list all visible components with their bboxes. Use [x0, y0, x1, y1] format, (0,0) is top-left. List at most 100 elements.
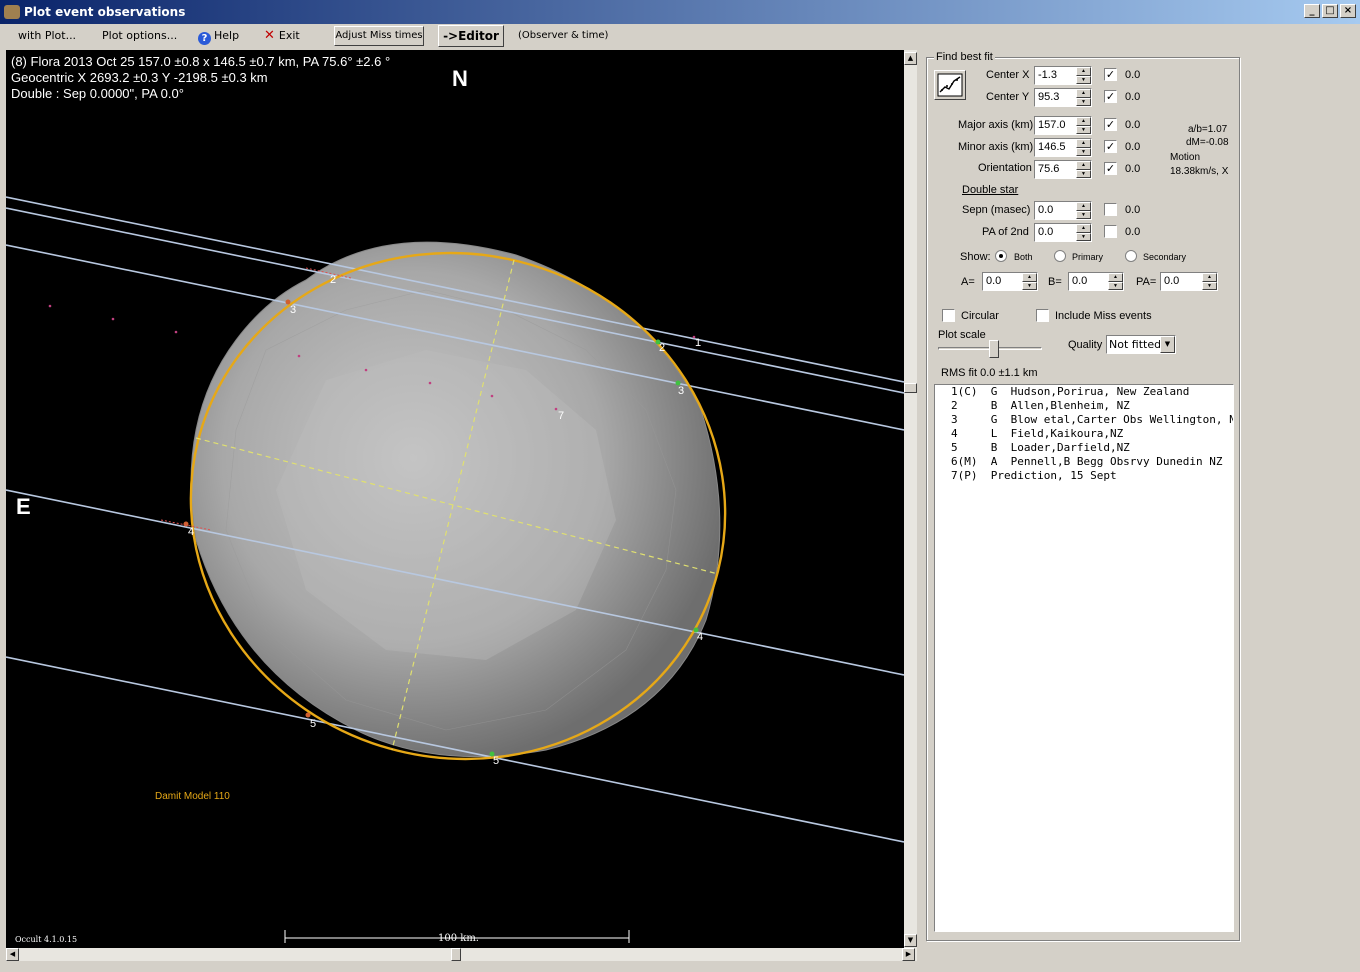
close-x-icon: ✕	[264, 28, 275, 43]
title-bar: Plot event observations _ □ ×	[0, 0, 1360, 24]
adjust-miss-times-button[interactable]: Adjust Miss times	[334, 26, 424, 46]
quality-value: Not fitted	[1109, 338, 1162, 351]
north-indicator: N	[452, 66, 468, 91]
chevron-down-icon: ▼	[1160, 336, 1175, 353]
window-controls: _ □ ×	[1304, 4, 1356, 18]
observer-list[interactable]: 1(C) G Hudson,Porirua, New Zealand 2 B A…	[934, 384, 1234, 932]
a-input[interactable]: 0.0 ▲ ▼	[982, 272, 1038, 291]
horizontal-scrollbar[interactable]: ◀ ▶	[6, 948, 917, 961]
maximize-button[interactable]: □	[1322, 4, 1338, 18]
minor-axis-checkbox[interactable]: ✓	[1104, 140, 1117, 153]
show-secondary-radio[interactable]	[1125, 250, 1137, 262]
major-axis-checkbox[interactable]: ✓	[1104, 118, 1117, 131]
list-item[interactable]: 3 G Blow etal,Carter Obs Wellington, N	[935, 413, 1233, 427]
show-both-label: Both	[1014, 252, 1033, 262]
a-label: A=	[961, 276, 975, 288]
pa-label: PA=	[1136, 276, 1157, 288]
center-x-label: Center X	[986, 69, 1030, 81]
plot-scale-thumb[interactable]	[989, 340, 999, 358]
chord-label: 2	[330, 274, 337, 286]
sepn-checkbox[interactable]	[1104, 203, 1117, 216]
pa2nd-checkbox[interactable]	[1104, 225, 1117, 238]
major-axis-input[interactable]: 157.0 ▲ ▼	[1034, 116, 1092, 135]
scroll-left-icon[interactable]: ◀	[6, 948, 19, 961]
chord-label: 5	[310, 718, 317, 730]
orientation-result: 0.0	[1125, 163, 1141, 175]
center-y-value: 95.3	[1038, 91, 1060, 103]
fit-panel: Find best fit Center X -1.3 ▲ ▼ ✓ 0.0 Cent…	[926, 50, 1240, 948]
model-label: Damit Model 110	[155, 791, 230, 802]
sepn-result: 0.0	[1125, 204, 1141, 216]
menu-help[interactable]: ? Help	[198, 28, 239, 45]
scroll-down-icon[interactable]: ▼	[904, 934, 917, 947]
quality-select[interactable]: Not fitted ▼	[1106, 335, 1176, 354]
list-item[interactable]: 5 B Loader,Darfield,NZ	[935, 441, 1233, 455]
double-star-heading: Double star	[962, 184, 1019, 196]
plot-svg	[6, 196, 904, 943]
window-title: Plot event observations	[24, 5, 186, 19]
list-item[interactable]: 1(C) G Hudson,Porirua, New Zealand	[935, 385, 1233, 399]
center-y-input[interactable]: 95.3 ▲ ▼	[1034, 88, 1092, 107]
vertical-scrollbar[interactable]: ▲ ▼	[904, 50, 917, 948]
ratio-ab: a/b=1.07	[1188, 124, 1228, 135]
center-x-value: -1.3	[1038, 69, 1057, 81]
delta-magnitude: dM=-0.08	[1186, 137, 1229, 148]
observer-time-label: (Observer & time)	[518, 30, 609, 41]
circular-checkbox[interactable]	[942, 309, 955, 322]
list-item[interactable]: 2 B Allen,Blenheim, NZ	[935, 399, 1233, 413]
center-x-result: 0.0	[1125, 69, 1141, 81]
include-miss-checkbox[interactable]	[1036, 309, 1049, 322]
scroll-right-icon[interactable]: ▶	[902, 948, 915, 961]
close-button[interactable]: ×	[1340, 4, 1356, 18]
center-y-label: Center Y	[986, 91, 1030, 103]
plot-header-line2: Geocentric X 2693.2 ±0.3 Y -2198.5 ±0.3 …	[11, 70, 268, 85]
sepn-label: Sepn (masec)	[962, 204, 1031, 216]
menu-with-plot[interactable]: with Plot...	[18, 28, 76, 44]
pa2nd-value: 0.0	[1038, 226, 1054, 238]
center-y-result: 0.0	[1125, 91, 1141, 103]
plot-header-line3: Double : Sep 0.0000", PA 0.0°	[11, 86, 184, 101]
motion-value: 18.38km/s, X	[1170, 166, 1229, 177]
chord-label: 4	[697, 631, 704, 643]
scroll-thumb[interactable]	[451, 948, 461, 961]
chart-fit-icon	[937, 73, 963, 97]
menu-exit[interactable]: ✕ Exit	[264, 28, 300, 44]
version-label: Occult 4.1.0.15	[15, 935, 78, 944]
list-item[interactable]: 6(M) A Pennell,B Begg Obsrvy Dunedin NZ	[935, 455, 1233, 469]
a-value: 0.0	[986, 275, 1002, 287]
orientation-input[interactable]: 75.6 ▲ ▼	[1034, 160, 1092, 179]
fit-button[interactable]	[934, 70, 966, 100]
app-icon	[4, 5, 20, 19]
minimize-button[interactable]: _	[1304, 4, 1320, 18]
menu-plot-options[interactable]: Plot options...	[102, 28, 177, 44]
chord-label: 3	[290, 304, 297, 316]
minor-axis-input[interactable]: 146.5 ▲ ▼	[1034, 138, 1092, 157]
sepn-value: 0.0	[1038, 204, 1054, 216]
pa-input[interactable]: 0.0 ▲ ▼	[1160, 272, 1218, 291]
center-x-checkbox[interactable]: ✓	[1104, 68, 1117, 81]
editor-button[interactable]: ->Editor	[438, 25, 504, 47]
minor-axis-result: 0.0	[1125, 141, 1141, 153]
plot-canvas[interactable]: (8) Flora 2013 Oct 25 157.0 ±0.8 x 146.5…	[6, 50, 904, 948]
exit-label: Exit	[278, 29, 300, 42]
scale-label: 100 km.	[438, 933, 479, 944]
show-secondary-label: Secondary	[1143, 252, 1187, 262]
center-y-checkbox[interactable]: ✓	[1104, 90, 1117, 103]
show-primary-radio[interactable]	[1054, 250, 1066, 262]
show-both-radio[interactable]	[995, 250, 1007, 262]
rms-fit: RMS fit 0.0 ±1.1 km	[941, 367, 1038, 379]
sepn-input[interactable]: 0.0 ▲ ▼	[1034, 201, 1092, 220]
plot-header-line1: (8) Flora 2013 Oct 25 157.0 ±0.8 x 146.5…	[11, 54, 391, 69]
list-item[interactable]: 4 L Field,Kaikoura,NZ	[935, 427, 1233, 441]
pa2nd-result: 0.0	[1125, 226, 1141, 238]
b-input[interactable]: 0.0 ▲ ▼	[1068, 272, 1124, 291]
scroll-up-icon[interactable]: ▲	[904, 52, 917, 65]
chord-label: 3	[678, 385, 685, 397]
orientation-checkbox[interactable]: ✓	[1104, 162, 1117, 175]
scroll-thumb[interactable]	[904, 383, 917, 393]
pa2nd-input[interactable]: 0.0 ▲ ▼	[1034, 223, 1092, 242]
chord-label: 2	[659, 342, 666, 354]
list-item[interactable]: 7(P) Prediction, 15 Sept	[935, 469, 1233, 483]
chord-label: 5	[493, 755, 500, 767]
center-x-input[interactable]: -1.3 ▲ ▼	[1034, 66, 1092, 85]
